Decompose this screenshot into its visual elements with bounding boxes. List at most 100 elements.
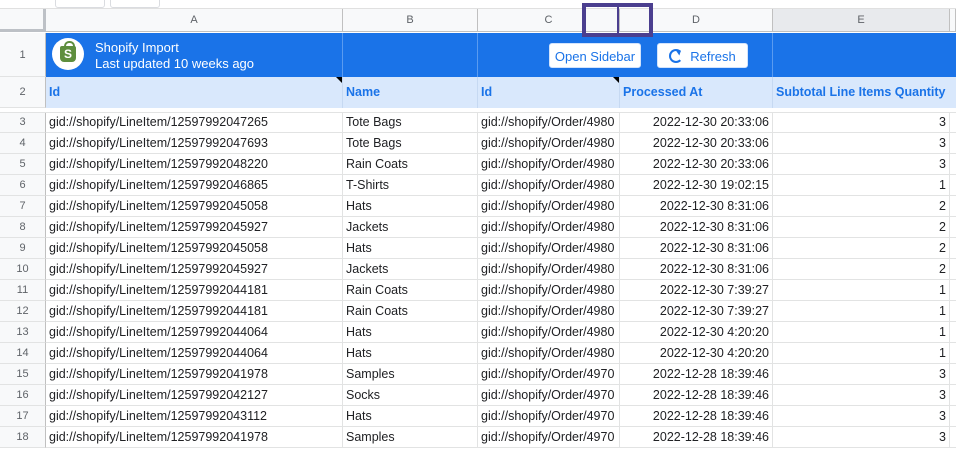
header-processed-at[interactable]: Processed At xyxy=(620,77,773,108)
cell-name[interactable]: Samples xyxy=(343,364,478,385)
cell-processed-at[interactable]: 2022-12-30 19:02:15 xyxy=(620,175,773,196)
cell-order-id[interactable]: gid://shopify/Order/4980 xyxy=(478,280,620,301)
cell-f[interactable] xyxy=(950,133,956,154)
row-header[interactable]: 5 xyxy=(0,154,46,175)
header-name[interactable]: Name xyxy=(343,77,478,108)
cell-processed-at[interactable]: 2022-12-30 8:31:06 xyxy=(620,217,773,238)
cell-name[interactable]: T-Shirts xyxy=(343,175,478,196)
cell-f[interactable] xyxy=(950,364,956,385)
cell-name[interactable]: Tote Bags xyxy=(343,133,478,154)
select-all-corner[interactable] xyxy=(0,9,46,32)
cell-order-id[interactable]: gid://shopify/Order/4980 xyxy=(478,112,620,133)
cell-processed-at[interactable]: 2022-12-28 18:39:46 xyxy=(620,385,773,406)
cell-quantity[interactable]: 1 xyxy=(773,343,950,364)
cell-name[interactable]: Hats xyxy=(343,238,478,259)
cell-f[interactable] xyxy=(950,238,956,259)
cell-order-id[interactable]: gid://shopify/Order/4980 xyxy=(478,259,620,280)
cell-f[interactable] xyxy=(950,217,956,238)
row-header[interactable]: 18 xyxy=(0,427,46,448)
cell-lineitem-id[interactable]: gid://shopify/LineItem/12597992045058 xyxy=(46,196,343,217)
cell-name[interactable]: Hats xyxy=(343,343,478,364)
cell-lineitem-id[interactable]: gid://shopify/LineItem/12597992048220 xyxy=(46,154,343,175)
cell-order-id[interactable]: gid://shopify/Order/4970 xyxy=(478,427,620,448)
cell-f[interactable] xyxy=(950,322,956,343)
cell-processed-at[interactable]: 2022-12-30 8:31:06 xyxy=(620,196,773,217)
cell-name[interactable]: Samples xyxy=(343,427,478,448)
row-header[interactable]: 14 xyxy=(0,343,46,364)
cell-f[interactable] xyxy=(950,427,956,448)
header-id-lineitem[interactable]: Id xyxy=(46,77,343,108)
row-header[interactable]: 6 xyxy=(0,175,46,196)
row-header[interactable]: 11 xyxy=(0,280,46,301)
col-header-f[interactable] xyxy=(950,9,956,32)
cell-processed-at[interactable]: 2022-12-30 4:20:20 xyxy=(620,343,773,364)
cell-f[interactable] xyxy=(950,196,956,217)
row-header[interactable]: 17 xyxy=(0,406,46,427)
cell-order-id[interactable]: gid://shopify/Order/4980 xyxy=(478,154,620,175)
row-header-2[interactable]: 2 xyxy=(0,77,46,108)
cell-order-id[interactable]: gid://shopify/Order/4970 xyxy=(478,364,620,385)
col-header-a[interactable]: A xyxy=(46,9,343,32)
cell-order-id[interactable]: gid://shopify/Order/4980 xyxy=(478,133,620,154)
cell-lineitem-id[interactable]: gid://shopify/LineItem/12597992044181 xyxy=(46,280,343,301)
refresh-button[interactable]: Refresh xyxy=(657,43,748,68)
row-header[interactable]: 7 xyxy=(0,196,46,217)
cell-f[interactable] xyxy=(950,259,956,280)
cell-f[interactable] xyxy=(950,406,956,427)
cell-processed-at[interactable]: 2022-12-30 20:33:06 xyxy=(620,112,773,133)
cell-name[interactable]: Rain Coats xyxy=(343,280,478,301)
cell-f[interactable] xyxy=(950,343,956,364)
row-header[interactable]: 4 xyxy=(0,133,46,154)
cell-lineitem-id[interactable]: gid://shopify/LineItem/12597992045927 xyxy=(46,259,343,280)
cell-quantity[interactable]: 1 xyxy=(773,301,950,322)
header-subtotal-quantity[interactable]: Subtotal Line Items Quantity xyxy=(773,77,950,108)
cell-lineitem-id[interactable]: gid://shopify/LineItem/12597992042127 xyxy=(46,385,343,406)
cell-quantity[interactable]: 1 xyxy=(773,280,950,301)
cell-quantity[interactable]: 3 xyxy=(773,406,950,427)
cell-processed-at[interactable]: 2022-12-28 18:39:46 xyxy=(620,406,773,427)
cell-processed-at[interactable]: 2022-12-28 18:39:46 xyxy=(620,364,773,385)
cell-quantity[interactable]: 2 xyxy=(773,196,950,217)
cell-quantity[interactable]: 2 xyxy=(773,259,950,280)
cell-lineitem-id[interactable]: gid://shopify/LineItem/12597992043112 xyxy=(46,406,343,427)
cell-f[interactable] xyxy=(950,301,956,322)
row-header[interactable]: 9 xyxy=(0,238,46,259)
row-header[interactable]: 15 xyxy=(0,364,46,385)
cell-quantity[interactable]: 3 xyxy=(773,154,950,175)
row-header[interactable]: 16 xyxy=(0,385,46,406)
cell-lineitem-id[interactable]: gid://shopify/LineItem/12597992041978 xyxy=(46,427,343,448)
cell-name[interactable]: Hats xyxy=(343,406,478,427)
cell-quantity[interactable]: 3 xyxy=(773,364,950,385)
cell-quantity[interactable]: 2 xyxy=(773,217,950,238)
cell-lineitem-id[interactable]: gid://shopify/LineItem/12597992045927 xyxy=(46,217,343,238)
cell-name[interactable]: Socks xyxy=(343,385,478,406)
row-header[interactable]: 3 xyxy=(0,112,46,133)
cell-processed-at[interactable]: 2022-12-30 7:39:27 xyxy=(620,280,773,301)
cell-quantity[interactable]: 3 xyxy=(773,112,950,133)
cell-order-id[interactable]: gid://shopify/Order/4970 xyxy=(478,385,620,406)
cell-f[interactable] xyxy=(950,154,956,175)
cell-lineitem-id[interactable]: gid://shopify/LineItem/12597992047693 xyxy=(46,133,343,154)
name-box[interactable] xyxy=(55,0,105,8)
cell-processed-at[interactable]: 2022-12-28 18:39:46 xyxy=(620,427,773,448)
cell-quantity[interactable]: 2 xyxy=(773,238,950,259)
cell-order-id[interactable]: gid://shopify/Order/4980 xyxy=(478,196,620,217)
cell-quantity[interactable]: 1 xyxy=(773,175,950,196)
cell-quantity[interactable]: 3 xyxy=(773,385,950,406)
cell-quantity[interactable]: 3 xyxy=(773,427,950,448)
cell-f[interactable] xyxy=(950,175,956,196)
cell-quantity[interactable]: 3 xyxy=(773,133,950,154)
col-header-e[interactable]: E xyxy=(773,9,950,32)
cell-name[interactable]: Rain Coats xyxy=(343,154,478,175)
cell-name[interactable]: Jackets xyxy=(343,217,478,238)
cell-lineitem-id[interactable]: gid://shopify/LineItem/12597992041978 xyxy=(46,364,343,385)
header-id-order[interactable]: Id xyxy=(478,77,620,108)
cell-f[interactable] xyxy=(950,112,956,133)
cell-lineitem-id[interactable]: gid://shopify/LineItem/12597992045058 xyxy=(46,238,343,259)
col-header-b[interactable]: B xyxy=(343,9,478,32)
cell-processed-at[interactable]: 2022-12-30 8:31:06 xyxy=(620,238,773,259)
open-sidebar-button[interactable]: Open Sidebar xyxy=(549,43,641,68)
cell-processed-at[interactable]: 2022-12-30 20:33:06 xyxy=(620,133,773,154)
row-header-1[interactable]: 1 xyxy=(0,33,46,77)
cell-order-id[interactable]: gid://shopify/Order/4970 xyxy=(478,406,620,427)
